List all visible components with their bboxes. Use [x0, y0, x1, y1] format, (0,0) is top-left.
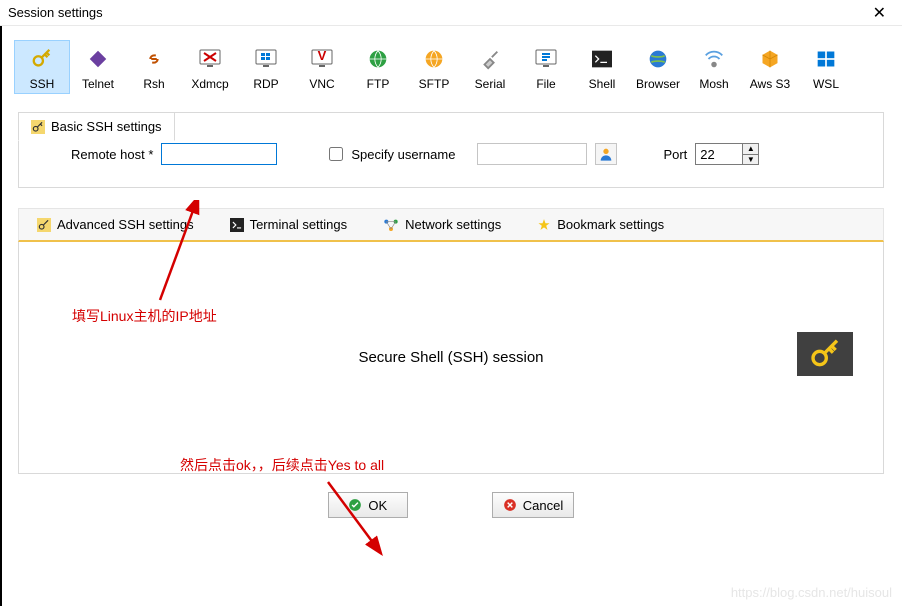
protocol-mosh[interactable]: Mosh [686, 40, 742, 94]
protocol-label: Telnet [71, 77, 125, 91]
windows-icon [799, 45, 853, 73]
cancel-button[interactable]: Cancel [492, 492, 574, 518]
protocol-label: Mosh [687, 77, 741, 91]
check-circle-icon [348, 498, 362, 512]
username-input[interactable] [477, 143, 587, 165]
port-input[interactable] [695, 143, 743, 165]
remote-host-label: Remote host * [71, 147, 153, 162]
port-label: Port [663, 147, 687, 162]
tab-advanced-ssh[interactable]: Advanced SSH settings [19, 209, 212, 240]
protocol-label: Serial [463, 77, 517, 91]
basic-settings-panel: Basic SSH settings Remote host * Specify… [18, 112, 884, 188]
terminal-icon [575, 45, 629, 73]
tab-terminal-settings[interactable]: Terminal settings [212, 209, 366, 240]
watermark: https://blog.csdn.net/huisoul [731, 585, 892, 600]
protocol-label: SFTP [407, 77, 461, 91]
window-title: Session settings [8, 5, 103, 20]
key-large-icon [807, 338, 843, 370]
key-icon [15, 45, 69, 73]
s3-icon [743, 45, 797, 73]
spin-up-icon[interactable]: ▲ [743, 144, 758, 155]
basic-row: Remote host * Specify username Port ▲▼ [37, 143, 865, 165]
protocol-label: FTP [351, 77, 405, 91]
x-circle-icon [503, 498, 517, 512]
protocol-label: WSL [799, 77, 853, 91]
protocol-file[interactable]: File [518, 40, 574, 94]
port-spinner[interactable]: ▲▼ [743, 143, 759, 165]
close-icon[interactable]: ✕ [867, 3, 892, 23]
tab-bookmark-settings[interactable]: Bookmark settings [519, 209, 682, 240]
protocol-label: Rsh [127, 77, 181, 91]
protocol-ftp[interactable]: FTP [350, 40, 406, 94]
cancel-label: Cancel [523, 498, 563, 513]
session-type-label: Secure Shell (SSH) session [358, 349, 543, 366]
protocol-label: VNC [295, 77, 349, 91]
satellite-icon [687, 45, 741, 73]
protocol-browser[interactable]: Browser [630, 40, 686, 94]
protocol-label: Xdmcp [183, 77, 237, 91]
ok-button[interactable]: OK [328, 492, 408, 518]
user-picker-button[interactable] [595, 143, 617, 165]
protocol-sftp[interactable]: SFTP [406, 40, 462, 94]
specify-username-label: Specify username [351, 147, 455, 162]
advanced-tabs: Advanced SSH settings Terminal settings … [18, 208, 884, 242]
svg-text:V: V [318, 48, 327, 63]
ok-label: OK [368, 498, 387, 513]
file-monitor-icon [519, 45, 573, 73]
protocol-aws-s3[interactable]: Aws S3 [742, 40, 798, 94]
tab-label: Terminal settings [250, 217, 348, 232]
protocol-vnc[interactable]: V VNC [294, 40, 350, 94]
content-panel: Secure Shell (SSH) session [18, 242, 884, 474]
plug-icon [463, 45, 517, 73]
protocol-label: SSH [15, 77, 69, 91]
protocol-label: Shell [575, 77, 629, 91]
left-edge [0, 26, 2, 606]
windows-monitor-icon [239, 45, 293, 73]
tab-network-settings[interactable]: Network settings [365, 209, 519, 240]
protocol-telnet[interactable]: Telnet [70, 40, 126, 94]
protocol-label: Aws S3 [743, 77, 797, 91]
tab-basic-ssh[interactable]: Basic SSH settings [18, 112, 175, 141]
protocol-rdp[interactable]: RDP [238, 40, 294, 94]
dialog-buttons: OK Cancel [0, 474, 902, 536]
globe-orange-icon [407, 45, 461, 73]
star-icon [537, 218, 551, 232]
protocol-rsh[interactable]: Rsh [126, 40, 182, 94]
tab-label: Advanced SSH settings [57, 217, 194, 232]
protocol-label: RDP [239, 77, 293, 91]
basic-tab-label: Basic SSH settings [51, 119, 162, 134]
person-icon [598, 146, 614, 162]
key-small-icon [31, 120, 45, 134]
remote-host-input[interactable] [161, 143, 277, 165]
tab-label: Network settings [405, 217, 501, 232]
diamond-icon [71, 45, 125, 73]
spin-down-icon[interactable]: ▼ [743, 155, 758, 165]
protocol-serial[interactable]: Serial [462, 40, 518, 94]
globe-green-icon [351, 45, 405, 73]
protocol-label: File [519, 77, 573, 91]
vnc-monitor-icon: V [295, 45, 349, 73]
protocol-label: Browser [631, 77, 685, 91]
protocol-wsl[interactable]: WSL [798, 40, 854, 94]
tab-label: Bookmark settings [557, 217, 664, 232]
x-monitor-icon [183, 45, 237, 73]
ssh-key-badge [797, 332, 853, 376]
globe-blue-icon [631, 45, 685, 73]
protocol-row: SSH Telnet Rsh Xdmcp RDP V VNC FTP SFTP … [0, 26, 902, 102]
key-small-icon [37, 218, 51, 232]
protocol-shell[interactable]: Shell [574, 40, 630, 94]
protocol-ssh[interactable]: SSH [14, 40, 70, 94]
link-icon [127, 45, 181, 73]
specify-username-checkbox[interactable] [329, 147, 343, 161]
titlebar: Session settings ✕ [0, 0, 902, 26]
terminal-small-icon [230, 218, 244, 232]
protocol-xdmcp[interactable]: Xdmcp [182, 40, 238, 94]
network-icon [383, 218, 399, 232]
